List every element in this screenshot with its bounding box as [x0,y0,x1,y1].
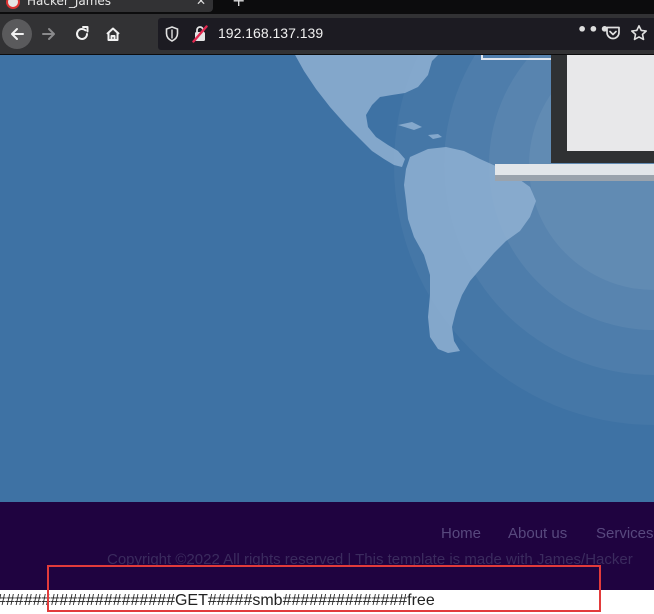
home-icon [106,27,120,41]
star-icon[interactable] [630,24,648,42]
world-map-illustration [295,55,654,425]
reload-icon [76,26,89,40]
address-bar[interactable]: 192.168.137.139 ••• [158,18,654,50]
new-tab-icon[interactable]: + [232,0,245,10]
footer-link-home[interactable]: Home [441,525,481,542]
browser-tab[interactable]: Hacker_James ✕ [0,0,213,12]
highlight-annotation-box [47,565,601,612]
footer-link-services[interactable]: Services [596,525,654,542]
back-button[interactable] [2,19,32,49]
shield-icon[interactable] [165,26,179,42]
footer-link-about-us[interactable]: About us [508,525,567,542]
tab-title: Hacker_James [27,0,112,8]
url-text[interactable]: 192.168.137.139 [218,25,323,41]
back-arrow-icon [11,28,24,40]
footer-nav: Home About us Services [0,525,654,545]
forward-arrow-icon [42,28,55,40]
navigation-toolbar: 192.168.137.139 ••• [0,14,654,55]
hero-banner [0,55,654,502]
pocket-icon[interactable] [605,25,621,41]
favicon-icon [6,0,20,9]
forward-button[interactable] [34,19,64,49]
insecure-lock-icon[interactable] [192,25,208,43]
reload-button[interactable] [67,19,97,49]
tab-strip: Hacker_James ✕ + [0,0,654,14]
home-button[interactable] [98,19,128,49]
close-icon[interactable]: ✕ [196,0,206,10]
